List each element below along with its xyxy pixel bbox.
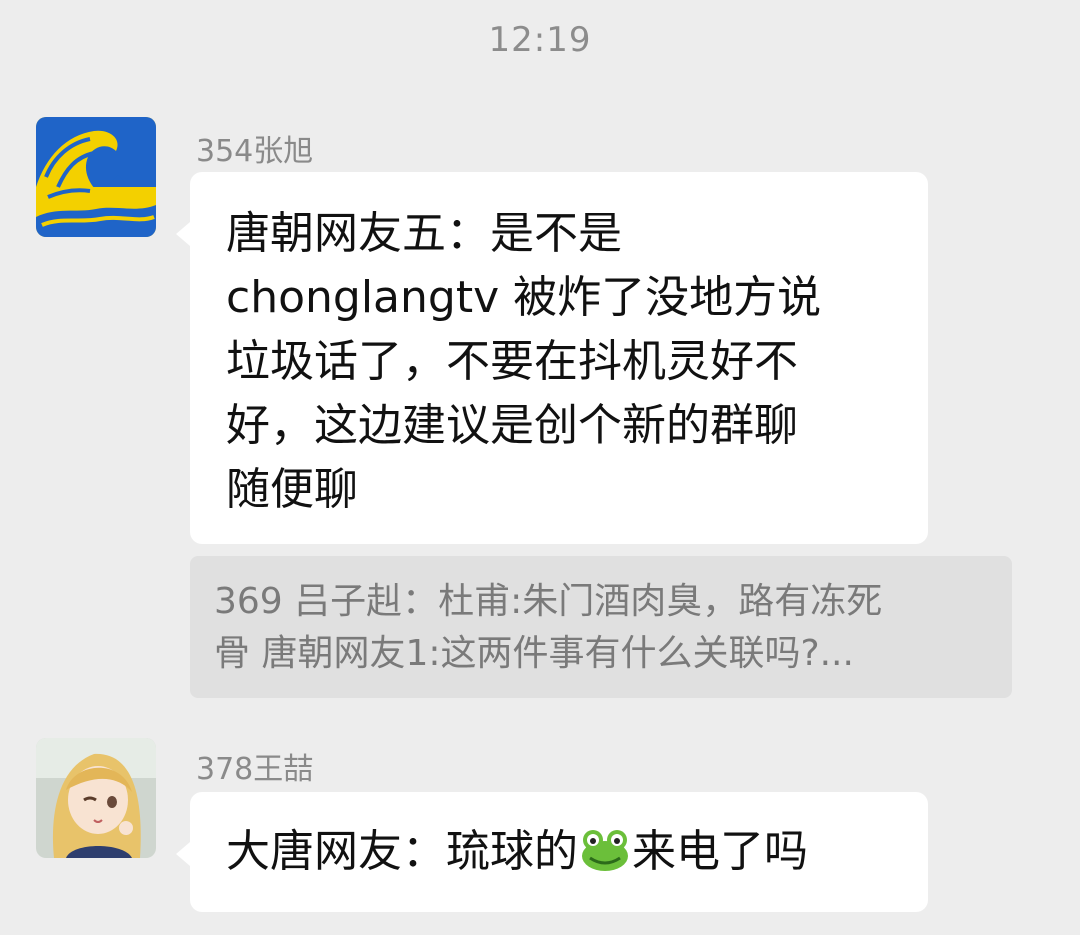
- frog-emoji-icon: [580, 826, 630, 871]
- anime-girl-avatar-icon: [36, 738, 156, 858]
- message-bubble[interactable]: 唐朝网友五：是不是 chonglangtv 被炸了没地方说 垃圾话了，不要在抖机…: [176, 172, 928, 544]
- message-text-line: 好，这边建议是创个新的群聊: [226, 400, 798, 451]
- sender-name: 354张旭: [196, 134, 314, 169]
- message-text-line: chonglangtv 被炸了没地方说: [226, 272, 822, 323]
- message-bubble[interactable]: 大唐网友：琉球的 来电了吗: [176, 792, 928, 912]
- message-text-segment: 大唐网友：琉球的: [226, 826, 578, 877]
- sender-name: 378王喆: [196, 752, 314, 787]
- quote-text-line: 骨 唐朝网友1:这两件事有什么关联吗?...: [214, 633, 854, 674]
- great-wave-avatar-icon: [36, 117, 156, 237]
- message-text-line: 垃圾话了，不要在抖机灵好不: [226, 336, 798, 387]
- quoted-reply[interactable]: 369 吕子赳：杜甫:朱门酒肉臭，路有冻死 骨 唐朝网友1:这两件事有什么关联吗…: [190, 556, 1012, 698]
- quote-text-line: 369 吕子赳：杜甫:朱门酒肉臭，路有冻死: [214, 581, 883, 622]
- message-text-line: 唐朝网友五：是不是: [226, 208, 622, 259]
- sender-avatar-great-wave[interactable]: [36, 117, 156, 237]
- message-text-segment: 来电了吗: [632, 826, 808, 877]
- sender-avatar-anime-girl[interactable]: [36, 738, 156, 858]
- message-text-line: 大唐网友：琉球的 来电了吗: [226, 820, 892, 884]
- message-timestamp: 12:19: [488, 20, 592, 60]
- message-text-line: 随便聊: [226, 464, 358, 515]
